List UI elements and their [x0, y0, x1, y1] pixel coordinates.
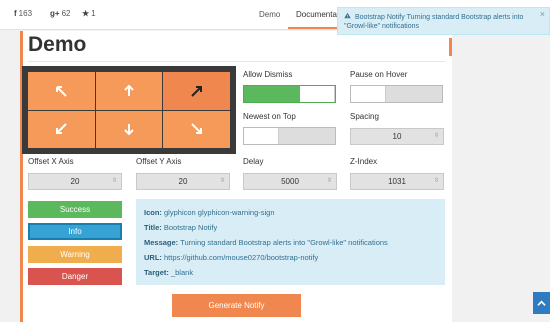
z-index-label: Z-Index — [350, 157, 378, 166]
type-danger-button[interactable]: Danger — [28, 268, 122, 285]
star-icon: ★ — [82, 9, 90, 18]
detail-title-value: Bootstrap Notify — [163, 223, 218, 232]
chevron-up-icon — [537, 300, 546, 306]
nav-documentation[interactable]: Documentat — [296, 10, 339, 19]
google-plus-count: 62 — [61, 9, 71, 18]
z-index-input[interactable]: 1031 ⇳ — [350, 173, 444, 190]
arrow-up-right-icon — [190, 85, 202, 97]
spinner-icon[interactable]: ⇳ — [111, 178, 118, 185]
delay-value: 5000 — [281, 177, 299, 186]
position-top-right[interactable] — [163, 72, 230, 110]
notify-preview: Icon: glyphicon glyphicon-warning-sign T… — [136, 199, 445, 285]
warning-sign-icon — [344, 12, 351, 19]
position-bottom-right[interactable] — [163, 110, 230, 148]
arrow-up-icon — [124, 84, 134, 96]
allow-dismiss-label: Allow Dismiss — [243, 70, 293, 79]
offset-x-input[interactable]: 20 ⇳ — [28, 173, 122, 190]
offset-y-label: Offset Y Axis — [136, 157, 182, 166]
newest-on-top-label: Newest on Top — [243, 112, 296, 121]
spacing-value: 10 — [392, 132, 402, 141]
offset-x-label: Offset X Axis — [28, 157, 74, 166]
spinner-icon[interactable]: ⇳ — [219, 178, 226, 185]
arrow-up-left-icon — [56, 85, 68, 97]
spinner-icon[interactable]: ⇳ — [326, 178, 333, 185]
allow-dismiss-toggle[interactable] — [243, 85, 336, 103]
type-warning-button[interactable]: Warning — [28, 246, 122, 263]
spacing-label: Spacing — [350, 112, 379, 121]
page-title: Demo — [28, 33, 87, 56]
detail-title-row: Title: Bootstrap Notify — [144, 223, 437, 238]
detail-url-row: URL: https://github.com/mouse0270/bootst… — [144, 253, 437, 268]
generate-notify-button[interactable]: Generate Notify — [172, 294, 301, 317]
panel-accent — [449, 38, 452, 56]
star-count: 1 — [91, 9, 96, 18]
detail-icon-row: Icon: glyphicon glyphicon-warning-sign — [144, 208, 437, 223]
offset-x-value: 20 — [70, 177, 80, 186]
delay-input[interactable]: 5000 ⇳ — [243, 173, 337, 190]
notification-alert: Bootstrap Notify Turning standard Bootst… — [337, 7, 550, 35]
pause-on-hover-toggle[interactable] — [350, 85, 443, 103]
position-selector — [22, 66, 236, 154]
arrow-down-left-icon — [56, 123, 68, 135]
facebook-count: 163 — [18, 9, 33, 18]
detail-target-value: _blank — [170, 268, 194, 277]
position-bottom-left[interactable] — [28, 110, 95, 148]
google-plus-icon: g+ — [50, 9, 60, 18]
newest-on-top-toggle[interactable] — [243, 127, 336, 145]
scroll-to-top-button[interactable] — [533, 292, 550, 314]
nav-active-indicator — [288, 27, 338, 29]
z-index-value: 1031 — [388, 177, 406, 186]
detail-message-row: Message: Turning standard Bootstrap aler… — [144, 238, 437, 253]
detail-target-label: Target: — [144, 268, 169, 277]
detail-title-label: Title: — [144, 223, 162, 232]
pause-on-hover-label: Pause on Hover — [350, 70, 408, 79]
close-icon[interactable]: × — [540, 10, 545, 19]
detail-icon-value: glyphicon glyphicon-warning-sign — [164, 208, 275, 217]
detail-url-label: URL: — [144, 253, 162, 262]
detail-target-row: Target: _blank — [144, 268, 437, 283]
arrow-down-right-icon — [190, 123, 202, 135]
detail-icon-label: Icon: — [144, 208, 162, 217]
offset-y-input[interactable]: 20 ⇳ — [136, 173, 230, 190]
detail-url-value: https://github.com/mouse0270/bootstrap-n… — [164, 253, 319, 262]
detail-message-label: Message: — [144, 238, 179, 247]
spinner-icon[interactable]: ⇳ — [433, 133, 440, 140]
arrow-down-icon — [124, 124, 134, 136]
facebook-share[interactable]: f 163 — [14, 9, 32, 18]
position-bottom-center[interactable] — [95, 110, 163, 148]
detail-message-value: Turning standard Bootstrap alerts into "… — [180, 238, 388, 247]
facebook-icon: f — [14, 9, 17, 18]
toggle-knob — [351, 86, 386, 102]
position-top-center[interactable] — [95, 72, 163, 110]
toggle-on-fill — [244, 86, 301, 102]
star-share[interactable]: ★ 1 — [82, 9, 96, 18]
alert-message: Bootstrap Notify Turning standard Bootst… — [344, 14, 524, 30]
type-success-button[interactable]: Success — [28, 201, 122, 218]
offset-y-value: 20 — [178, 177, 188, 186]
toggle-knob — [300, 86, 335, 102]
toggle-knob — [244, 128, 279, 144]
type-info-button[interactable]: Info — [28, 223, 122, 240]
spacing-input[interactable]: 10 ⇳ — [350, 128, 444, 145]
spinner-icon[interactable]: ⇳ — [433, 178, 440, 185]
title-divider — [28, 61, 445, 62]
delay-label: Delay — [243, 157, 264, 166]
position-top-left[interactable] — [28, 72, 95, 110]
nav-demo[interactable]: Demo — [259, 10, 280, 19]
google-plus-share[interactable]: g+ 62 — [50, 9, 70, 18]
